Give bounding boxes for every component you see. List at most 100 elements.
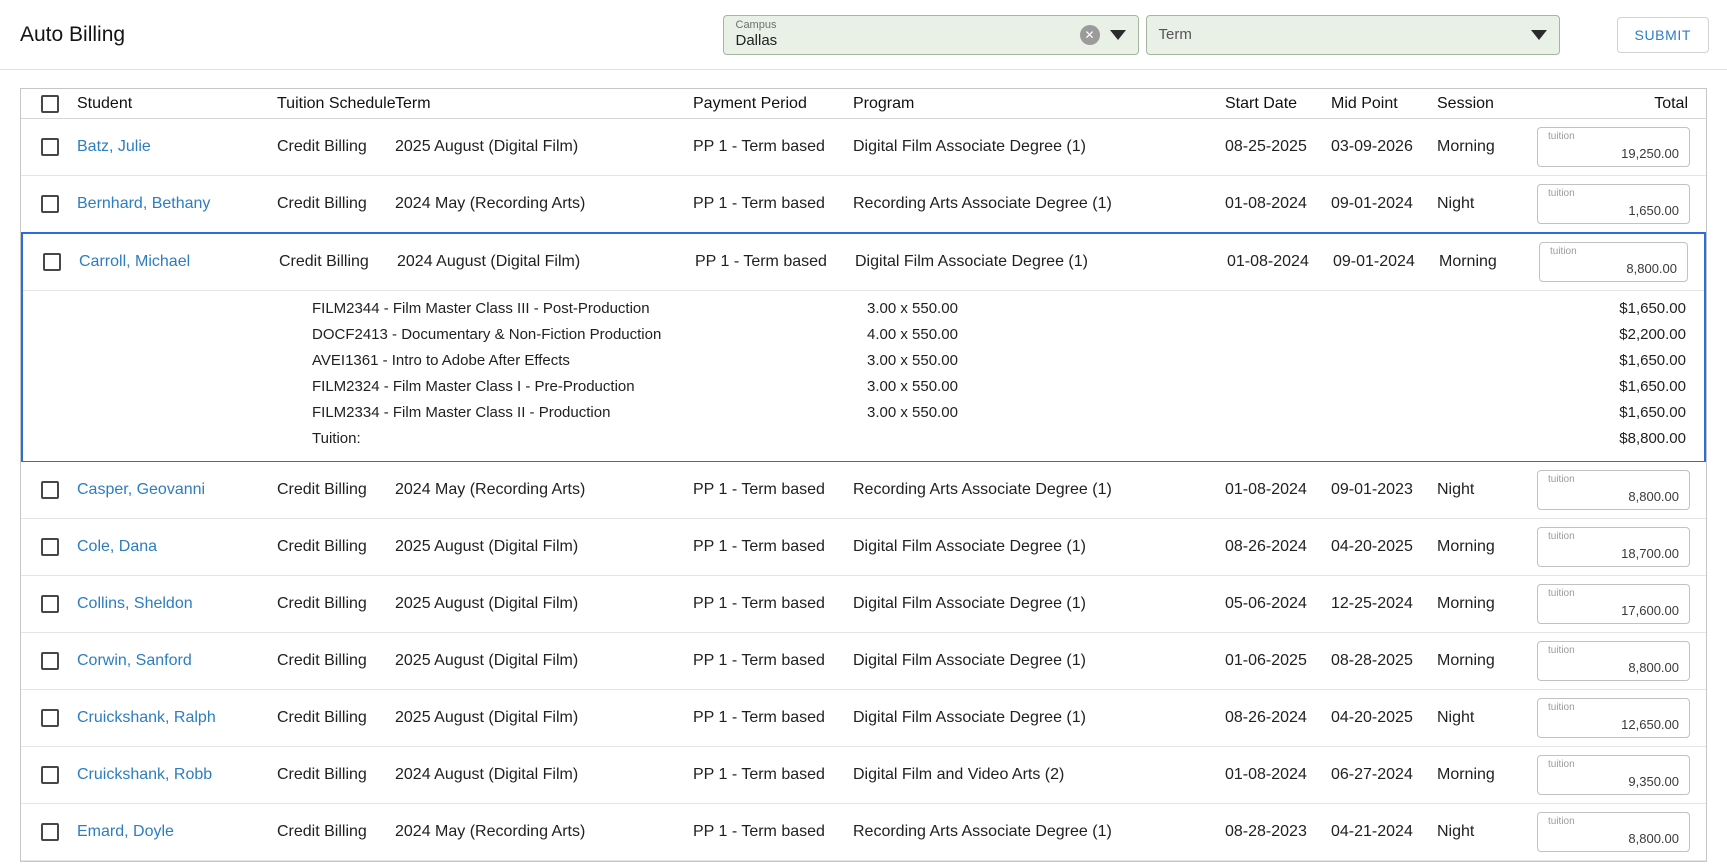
column-header-mid-point: Mid Point <box>1331 94 1398 112</box>
expanded-row-group: Carroll, Michael Credit Billing 2024 Aug… <box>21 232 1706 463</box>
start-date-cell: 01-08-2024 <box>1225 481 1307 498</box>
select-all-checkbox[interactable] <box>41 94 59 113</box>
tuition-input[interactable]: tuition 8,800.00 <box>1537 812 1690 852</box>
student-link[interactable]: Casper, Geovanni <box>77 481 205 498</box>
table-row[interactable]: Bernhard, Bethany Credit Billing 2024 Ma… <box>21 176 1706 233</box>
payment-period-cell: PP 1 - Term based <box>693 195 825 212</box>
row-checkbox[interactable] <box>41 595 59 613</box>
row-checkbox[interactable] <box>41 195 59 213</box>
table-row[interactable]: Emard, Doyle Credit Billing 2024 May (Re… <box>21 804 1706 861</box>
column-header-payment-period: Payment Period <box>693 94 807 112</box>
row-checkbox[interactable] <box>41 538 59 556</box>
program-cell: Digital Film Associate Degree (1) <box>853 595 1086 612</box>
tuition-input-value: 1,650.00 <box>1628 203 1679 218</box>
tuition-input[interactable]: tuition 8,800.00 <box>1537 641 1690 681</box>
payment-period-cell: PP 1 - Term based <box>693 652 825 669</box>
table-row[interactable]: Cruickshank, Robb Credit Billing 2024 Au… <box>21 747 1706 804</box>
student-link[interactable]: Cruickshank, Robb <box>77 766 212 783</box>
mid-point-cell: 04-20-2025 <box>1331 538 1413 555</box>
tuition-schedule-cell: Credit Billing <box>277 766 367 783</box>
tuition-input-label: tuition <box>1550 246 1577 257</box>
course-name: Tuition: <box>312 429 361 447</box>
course-quantity: 3.00 x 550.00 <box>867 299 958 317</box>
payment-period-cell: PP 1 - Term based <box>693 481 825 498</box>
tuition-schedule-cell: Credit Billing <box>277 709 367 726</box>
column-header-program: Program <box>853 94 915 112</box>
table-header: Student Tuition Schedule Term Payment Pe… <box>21 89 1706 119</box>
page-title: Auto Billing <box>20 22 126 46</box>
session-cell: Morning <box>1437 652 1495 669</box>
course-detail-line: FILM2344 - Film Master Class III - Post-… <box>23 295 1704 321</box>
billing-table: Student Tuition Schedule Term Payment Pe… <box>20 88 1707 862</box>
clear-icon[interactable]: ✕ <box>1079 24 1100 45</box>
mid-point-cell: 08-28-2025 <box>1331 652 1413 669</box>
row-checkbox[interactable] <box>41 138 59 156</box>
tuition-input-label: tuition <box>1548 816 1575 827</box>
payment-period-cell: PP 1 - Term based <box>693 538 825 555</box>
student-link[interactable]: Cruickshank, Ralph <box>77 709 216 726</box>
student-link[interactable]: Cole, Dana <box>77 538 157 555</box>
tuition-input-label: tuition <box>1548 588 1575 599</box>
term-select[interactable]: Term <box>1145 14 1560 55</box>
table-row[interactable]: Batz, Julie Credit Billing 2025 August (… <box>21 119 1706 176</box>
program-cell: Digital Film and Video Arts (2) <box>853 766 1065 783</box>
table-row[interactable]: Cole, Dana Credit Billing 2025 August (D… <box>21 519 1706 576</box>
student-link[interactable]: Carroll, Michael <box>79 253 190 270</box>
tuition-input-label: tuition <box>1548 531 1575 542</box>
student-link[interactable]: Emard, Doyle <box>77 823 174 840</box>
column-header-student: Student <box>77 94 133 112</box>
submit-button[interactable]: SUBMIT <box>1616 16 1709 53</box>
tuition-input[interactable]: tuition 19,250.00 <box>1537 127 1690 167</box>
student-link[interactable]: Bernhard, Bethany <box>77 195 210 212</box>
tuition-total-line: Tuition: $8,800.00 <box>23 425 1704 451</box>
mid-point-cell: 09-01-2024 <box>1333 253 1415 270</box>
tuition-schedule-cell: Credit Billing <box>277 823 367 840</box>
start-date-cell: 08-25-2025 <box>1225 138 1307 155</box>
tuition-input-value: 9,350.00 <box>1628 774 1679 789</box>
tuition-input[interactable]: tuition 12,650.00 <box>1537 698 1690 738</box>
term-cell: 2024 August (Digital Film) <box>397 253 581 270</box>
student-link[interactable]: Collins, Sheldon <box>77 595 193 612</box>
table-row[interactable]: Casper, Geovanni Credit Billing 2024 May… <box>21 462 1706 519</box>
row-checkbox[interactable] <box>41 823 59 841</box>
row-checkbox[interactable] <box>43 253 61 271</box>
student-link[interactable]: Batz, Julie <box>77 138 151 155</box>
payment-period-cell: PP 1 - Term based <box>693 595 825 612</box>
table-body: Batz, Julie Credit Billing 2025 August (… <box>21 119 1706 861</box>
payment-period-cell: PP 1 - Term based <box>695 253 827 270</box>
course-detail-line: FILM2334 - Film Master Class II - Produc… <box>23 399 1704 425</box>
tuition-input[interactable]: tuition 17,600.00 <box>1537 584 1690 624</box>
course-amount: $1,650.00 <box>1619 403 1686 421</box>
row-checkbox[interactable] <box>41 766 59 784</box>
tuition-schedule-cell: Credit Billing <box>277 481 367 498</box>
chevron-down-icon <box>1109 29 1126 40</box>
campus-select[interactable]: Campus Dallas ✕ <box>722 14 1139 55</box>
mid-point-cell: 04-21-2024 <box>1331 823 1413 840</box>
tuition-input-value: 18,700.00 <box>1621 546 1679 561</box>
payment-period-cell: PP 1 - Term based <box>693 709 825 726</box>
table-row[interactable]: Collins, Sheldon Credit Billing 2025 Aug… <box>21 576 1706 633</box>
table-row[interactable]: Cruickshank, Ralph Credit Billing 2025 A… <box>21 690 1706 747</box>
tuition-schedule-cell: Credit Billing <box>277 138 367 155</box>
table-row[interactable]: Carroll, Michael Credit Billing 2024 Aug… <box>23 234 1704 291</box>
session-cell: Night <box>1437 195 1475 212</box>
tuition-input[interactable]: tuition 8,800.00 <box>1539 242 1688 282</box>
row-checkbox[interactable] <box>41 652 59 670</box>
student-link[interactable]: Corwin, Sanford <box>77 652 192 669</box>
start-date-cell: 08-28-2023 <box>1225 823 1307 840</box>
tuition-input-label: tuition <box>1548 474 1575 485</box>
tuition-input[interactable]: tuition 8,800.00 <box>1537 470 1690 510</box>
start-date-cell: 01-08-2024 <box>1227 253 1309 270</box>
term-cell: 2025 August (Digital Film) <box>395 652 579 669</box>
course-name: FILM2344 - Film Master Class III - Post-… <box>312 299 650 317</box>
table-row[interactable]: Corwin, Sanford Credit Billing 2025 Augu… <box>21 633 1706 690</box>
tuition-input[interactable]: tuition 1,650.00 <box>1537 184 1690 224</box>
row-checkbox[interactable] <box>41 481 59 499</box>
campus-select-label: Campus <box>735 19 777 31</box>
start-date-cell: 01-06-2025 <box>1225 652 1307 669</box>
tuition-input[interactable]: tuition 9,350.00 <box>1537 755 1690 795</box>
tuition-input-value: 19,250.00 <box>1621 146 1679 161</box>
tuition-input[interactable]: tuition 18,700.00 <box>1537 527 1690 567</box>
course-name: FILM2324 - Film Master Class I - Pre-Pro… <box>312 377 635 395</box>
row-checkbox[interactable] <box>41 709 59 727</box>
